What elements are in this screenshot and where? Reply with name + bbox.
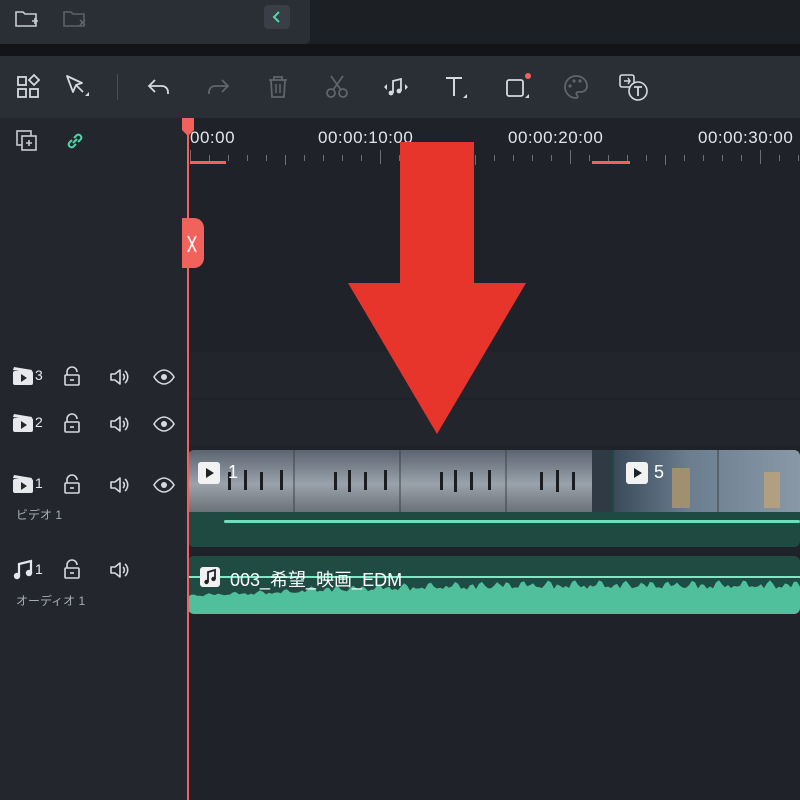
annotation-arrow — [348, 142, 526, 434]
track-name: オーディオ 1 — [16, 594, 86, 608]
volume-icon[interactable] — [108, 365, 132, 389]
ruler-tick — [646, 155, 647, 161]
video-track-2-header: 2 — [0, 409, 188, 439]
audio-clip[interactable]: 003_希望_映画_EDM — [188, 556, 800, 614]
transition-marker — [592, 450, 612, 512]
track-header-panel — [0, 118, 188, 800]
time-label-0: 00:00 — [190, 128, 236, 147]
track-number: 2 — [35, 414, 43, 430]
ruler-tick — [532, 155, 533, 161]
lock-icon[interactable] — [62, 474, 82, 496]
track-number: 3 — [35, 367, 43, 383]
audio-clip-label: 003_希望_映画_EDM — [230, 570, 403, 590]
ruler-tick — [266, 155, 267, 161]
playhead-handle[interactable] — [182, 218, 204, 268]
video-clip[interactable]: 1 5 — [188, 450, 800, 547]
playhead-top-marker[interactable] — [182, 118, 194, 136]
eye-icon[interactable] — [152, 366, 176, 388]
speech-to-text-icon[interactable] — [617, 72, 648, 102]
folder-plus-icon[interactable] — [14, 8, 40, 30]
play-icon — [626, 462, 648, 484]
text-icon[interactable] — [441, 72, 471, 102]
lock-icon[interactable] — [62, 559, 82, 581]
panel-separator[interactable] — [0, 44, 800, 56]
toolbar-divider — [117, 74, 118, 100]
cut-icon[interactable] — [322, 72, 352, 102]
video-track-icon — [12, 366, 34, 386]
ruler-tick — [760, 150, 761, 164]
ruler-tick — [285, 155, 286, 165]
video-track-3-header: 3 — [0, 362, 188, 392]
ruler-tick — [342, 155, 343, 161]
media-panel-header — [0, 0, 310, 44]
audio-track-1-header: 1 オーディオ 1 — [0, 556, 188, 616]
video-track-icon — [12, 413, 34, 433]
in-point-marker — [190, 161, 226, 164]
out-point-marker — [592, 161, 630, 164]
track-number: 1 — [35, 561, 43, 577]
ruler-tick — [589, 155, 590, 161]
lock-icon[interactable] — [62, 366, 82, 388]
track-name: ビデオ 1 — [16, 508, 63, 522]
ruler-tick — [570, 150, 571, 164]
clip-2-label: 5 — [654, 462, 665, 482]
ruler-tick — [551, 155, 552, 161]
crop-icon[interactable] — [503, 72, 533, 102]
eye-icon[interactable] — [152, 413, 176, 435]
ruler-tick — [228, 155, 229, 161]
ruler-tick — [741, 155, 742, 161]
volume-icon[interactable] — [108, 412, 132, 436]
ruler-tick — [304, 155, 305, 161]
folder-delete-icon — [62, 8, 88, 30]
eye-icon[interactable] — [152, 474, 176, 496]
lock-icon[interactable] — [62, 413, 82, 435]
ruler-tick — [722, 155, 723, 161]
ruler-tick — [798, 155, 799, 161]
music-note-icon — [200, 567, 220, 587]
play-icon — [198, 462, 220, 484]
audio-adjust-icon[interactable] — [381, 72, 411, 102]
ruler-tick — [665, 155, 666, 165]
layout-grid-icon[interactable] — [14, 72, 44, 102]
ruler-tick — [323, 155, 324, 161]
select-pointer-icon[interactable] — [62, 72, 92, 102]
ruler-tick — [247, 155, 248, 161]
time-label-30: 00:00:30:00 — [698, 128, 794, 147]
video-track-icon — [12, 474, 34, 494]
ruler-tick — [703, 155, 704, 161]
collapse-panel-button[interactable] — [264, 5, 290, 29]
chevron-left-icon — [264, 5, 290, 29]
clip-1-label: 1 — [228, 462, 239, 482]
volume-icon[interactable] — [108, 558, 132, 582]
link-icon[interactable] — [62, 128, 88, 154]
delete-icon[interactable] — [263, 72, 293, 102]
add-track-icon[interactable] — [14, 128, 40, 154]
undo-icon[interactable] — [144, 72, 174, 102]
ruler-tick — [684, 155, 685, 161]
scissors-icon — [187, 235, 197, 253]
track-number: 1 — [35, 475, 43, 491]
audio-track-icon — [12, 559, 34, 581]
video-track-1-header: 1 ビデオ 1 — [0, 470, 188, 530]
preview-panel-edge — [310, 0, 800, 44]
clip-audio-line — [224, 520, 800, 523]
color-palette-icon[interactable] — [561, 72, 591, 102]
redo-icon[interactable] — [203, 72, 233, 102]
volume-icon[interactable] — [108, 473, 132, 497]
ruler-tick — [779, 155, 780, 161]
clip-1-thumbnails — [188, 450, 612, 512]
